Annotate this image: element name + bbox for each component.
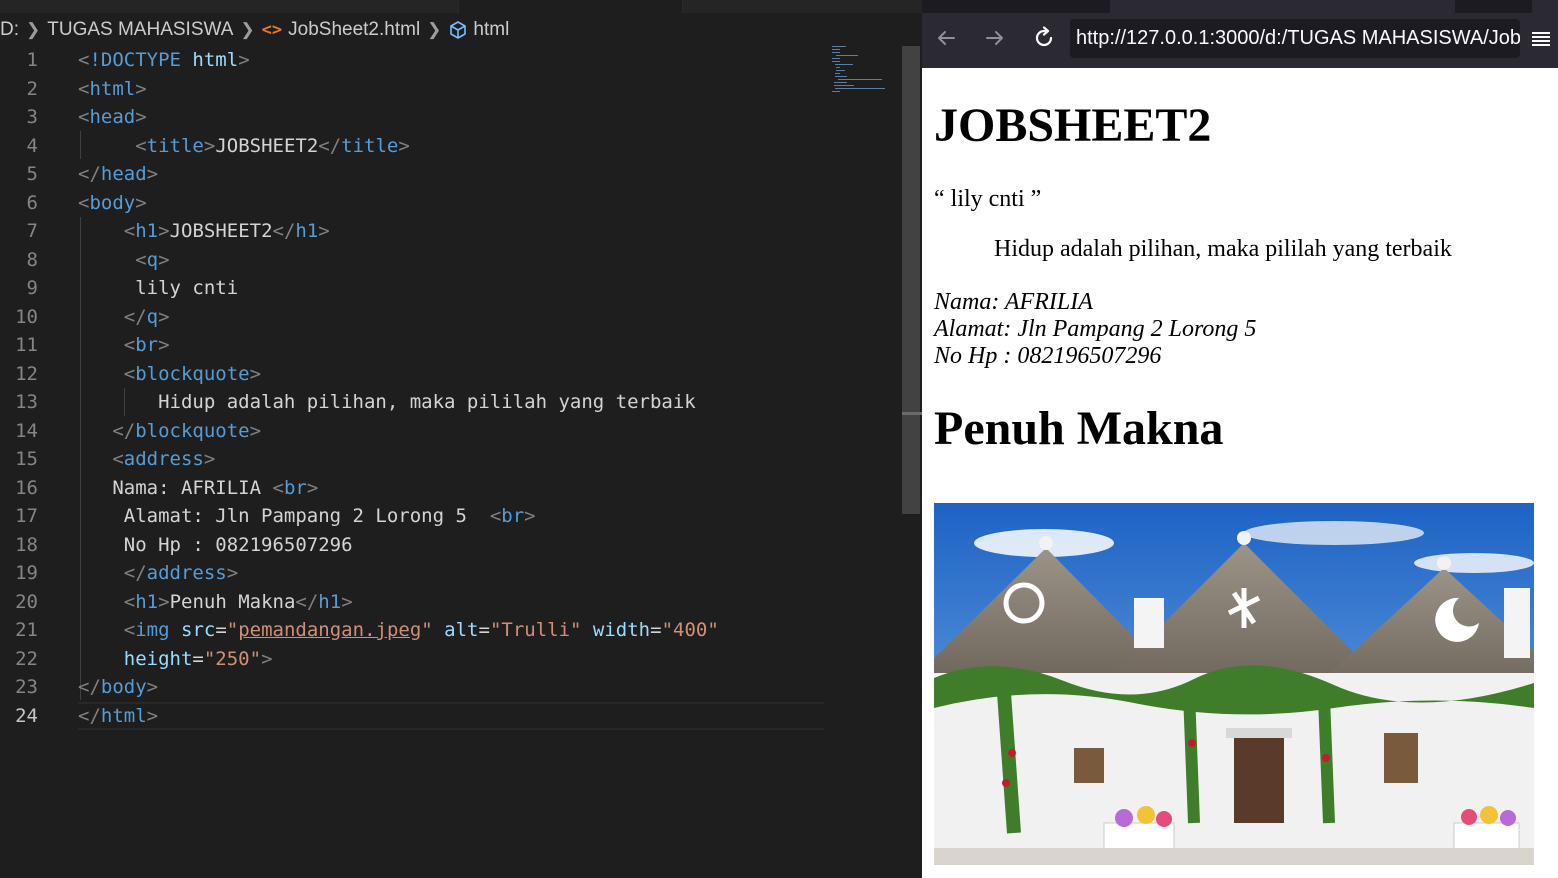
minimap[interactable] [830,44,890,96]
chevron-right-icon: ❯ [240,20,255,39]
back-button[interactable] [929,23,963,57]
scrollbar-marker [902,412,922,415]
code-line[interactable]: 11 <br> [0,331,900,360]
menu-button[interactable] [1528,27,1554,53]
rendered-page: JOBSHEET2 “ lily cnti ” Hidup adalah pil… [922,68,1558,878]
code-line[interactable]: 5 </head> [0,160,900,189]
code-line[interactable]: 14 </blockquote> [0,417,900,446]
url-bar[interactable]: http://127.0.0.1:3000/d:/TUGAS MAHASISWA… [1070,19,1520,58]
code-line[interactable]: 20 <h1>Penuh Makna</h1> [0,588,900,617]
browser-tab-overflow[interactable] [1532,0,1558,13]
chevron-right-icon: ❯ [26,20,41,39]
editor-scrollbar-thumb[interactable] [902,46,920,514]
url-text[interactable]: http://127.0.0.1:3000/d:/TUGAS MAHASISWA… [1076,19,1520,58]
code-line[interactable]: 13 Hidup adalah pilihan, maka pililah ya… [0,388,900,417]
code-line[interactable]: 15 <address> [0,445,900,474]
breadcrumb-root[interactable]: D: [0,19,19,41]
address-street: Alamat: Jln Pampang 2 Lorong 5 [934,316,1257,342]
code-line[interactable]: 21 <img src="pemandangan.jpeg" alt="Trul… [0,616,900,645]
browser-tab-strip [922,0,1558,13]
code-line-current[interactable]: 24 </html> [0,701,900,730]
code-line[interactable]: 8 <q> [0,246,900,275]
browser-toolbar: http://127.0.0.1:3000/d:/TUGAS MAHASISWA… [922,13,1558,68]
breadcrumb: D: ❯ TUGAS MAHASISWA ❯ <> JobSheet2.html… [0,17,509,43]
chevron-right-icon: ❯ [427,20,442,39]
page-address: Nama: AFRILIA Alamat: Jln Pampang 2 Loro… [934,289,1256,370]
code-brackets-icon: <> [261,20,283,40]
address-name: Nama: AFRILIA [934,289,1093,315]
forward-button[interactable] [978,23,1012,57]
code-line[interactable]: 16 Nama: AFRILIA <br> [0,474,900,503]
editor-tab-active[interactable] [458,0,683,13]
browser-preview: http://127.0.0.1:3000/d:/TUGAS MAHASISWA… [922,0,1558,878]
code-line[interactable]: 12 <blockquote> [0,360,900,389]
code-line[interactable]: 18 No Hp : 082196507296 [0,531,900,560]
code-line[interactable]: 10 </q> [0,303,900,332]
trulli-image [934,503,1534,865]
address-phone: No Hp : 082196507296 [934,343,1162,369]
code-line[interactable]: 17 Alamat: Jln Pampang 2 Lorong 5 <br> [0,502,900,531]
cube-icon [448,20,468,40]
code-line[interactable]: 4 <title>JOBSHEET2</title> [0,132,900,161]
code-line[interactable]: 7 <h1>JOBSHEET2</h1> [0,217,900,246]
page-heading: JOBSHEET2 [934,99,1212,152]
code-editor[interactable]: D: ❯ TUGAS MAHASISWA ❯ <> JobSheet2.html… [0,0,922,878]
page-blockquote: Hidup adalah pilihan, maka pililah yang … [994,236,1452,262]
code-line[interactable]: 9 lily cnti [0,274,900,303]
reload-icon [1032,26,1056,54]
breadcrumb-symbol[interactable]: html [473,19,509,41]
breadcrumb-file[interactable]: JobSheet2.html [288,19,420,41]
code-line[interactable]: 3 <head> [0,103,900,132]
page-quote: “ lily cnti ” [934,186,1042,212]
code-area[interactable]: 1 <!DOCTYPE html> 2 <html> 3 <head> 4 <titl… [0,46,900,730]
code-line[interactable]: 19 </address> [0,559,900,588]
browser-tab-active[interactable] [1110,0,1455,13]
code-line[interactable]: 22 height="250"> [0,645,900,674]
code-line[interactable]: 1 <!DOCTYPE html> [0,46,900,75]
arrow-left-icon [934,26,958,54]
arrow-right-icon [983,26,1007,54]
page-heading-2: Penuh Makna [934,402,1224,455]
breadcrumb-folder[interactable]: TUGAS MAHASISWA [47,19,233,41]
code-line[interactable]: 6 <body> [0,189,900,218]
code-line[interactable]: 2 <html> [0,75,900,104]
code-line[interactable]: 23 </body> [0,673,900,702]
current-line-highlight [78,701,824,730]
editor-tab-strip [0,0,922,13]
reload-button[interactable] [1027,23,1061,57]
